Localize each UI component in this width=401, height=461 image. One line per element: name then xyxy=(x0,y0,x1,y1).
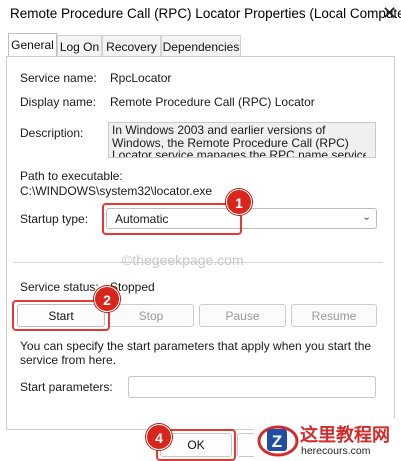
start-params-help: You can specify the start parameters tha… xyxy=(20,339,372,367)
service-name-label: Service name: xyxy=(20,71,97,85)
svg-text:Z: Z xyxy=(272,432,282,451)
tab-label: Log On xyxy=(59,40,100,54)
display-name-label: Display name: xyxy=(20,95,97,109)
start-params-label: Start parameters: xyxy=(20,380,113,394)
watermark: ©thegeekpage.com xyxy=(122,252,244,268)
tab-label: Dependencies xyxy=(162,40,240,54)
description-text[interactable]: In Windows 2003 and earlier versions of … xyxy=(108,122,376,158)
logo-mark-icon: Z xyxy=(257,425,299,457)
resume-button[interactable]: Resume xyxy=(291,304,377,327)
display-name-value: Remote Procedure Call (RPC) Locator xyxy=(110,95,315,109)
startup-type-label: Startup type: xyxy=(20,212,89,226)
window-title: Remote Procedure Call (RPC) Locator Prop… xyxy=(10,6,401,21)
logo-subtitle: herecours.com xyxy=(301,445,371,457)
highlight-startup-type xyxy=(102,203,242,235)
stop-button[interactable]: Stop xyxy=(108,304,194,327)
service-status-label: Service status: xyxy=(20,280,99,294)
tab-recovery[interactable]: Recovery xyxy=(102,35,161,56)
description-scrollbar[interactable] xyxy=(366,123,375,157)
annotation-badge-2: 2 xyxy=(94,286,120,312)
general-panel xyxy=(6,56,395,430)
logo-title: 这里教程网 xyxy=(300,425,390,446)
path-value: C:\WINDOWS\system32\locator.exe xyxy=(20,184,213,198)
service-name-value: RpcLocator xyxy=(110,71,172,85)
close-icon[interactable]: ✕ xyxy=(382,3,397,24)
tab-general[interactable]: General xyxy=(8,33,57,57)
tab-log-on[interactable]: Log On xyxy=(57,35,102,56)
annotation-badge-4: 4 xyxy=(146,424,172,450)
annotation-badge-1: 1 xyxy=(226,189,252,215)
tab-label: Recovery xyxy=(106,40,157,54)
tab-label: General xyxy=(11,38,54,52)
pause-button[interactable]: Pause xyxy=(199,304,286,327)
tab-dependencies[interactable]: Dependencies xyxy=(161,35,241,56)
chevron-down-icon[interactable]: ⌄ xyxy=(362,210,371,223)
description-label: Description: xyxy=(20,126,84,140)
path-label: Path to executable: xyxy=(20,169,123,183)
start-params-input[interactable] xyxy=(128,376,376,398)
